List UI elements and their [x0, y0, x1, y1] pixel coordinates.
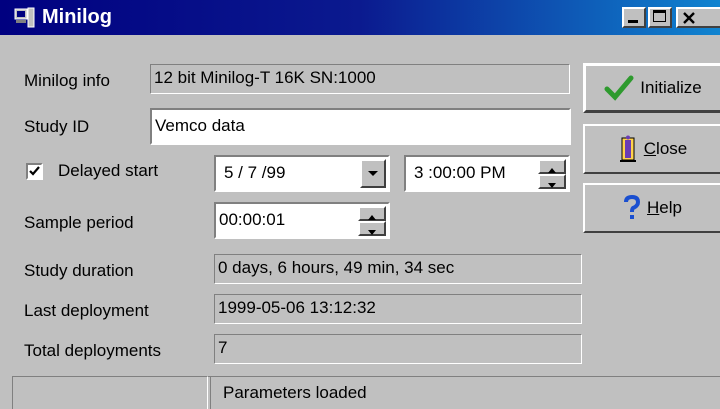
minilog-info-value: 12 bit Minilog-T 16K SN:1000	[150, 64, 570, 94]
study-duration-label: Study duration	[24, 261, 134, 280]
minilog-app-icon[interactable]	[14, 7, 36, 29]
time-spin-down[interactable]	[538, 174, 566, 189]
delayed-start-checkbox[interactable]	[26, 163, 43, 180]
minilog-info-label: Minilog info	[24, 71, 110, 90]
total-deployments-label: Total deployments	[24, 341, 162, 360]
maximize-icon	[653, 10, 666, 22]
close-x-icon	[683, 12, 695, 24]
total-deployments-value: 7	[214, 334, 582, 364]
sample-period-label: Sample period	[24, 213, 134, 232]
close-button[interactable]: Close	[583, 124, 720, 174]
delayed-start-label: Delayed start	[58, 161, 159, 180]
help-button[interactable]: Help	[583, 183, 720, 233]
spin-down-icon	[368, 230, 376, 235]
last-deployment-label: Last deployment	[24, 301, 149, 320]
date-dropdown-button[interactable]	[360, 159, 386, 188]
study-duration-value: 0 days, 6 hours, 49 min, 34 sec	[214, 254, 582, 284]
question-mark-icon	[624, 195, 641, 219]
last-deployment-value: 1999-05-06 13:12:32	[214, 294, 582, 324]
delayed-start-time-value: 3 :00:00 PM	[414, 163, 506, 182]
sample-period-spin-up[interactable]	[358, 206, 386, 221]
minimize-icon	[628, 20, 638, 23]
door-exit-icon	[619, 135, 636, 162]
checkmark-tick-icon	[29, 166, 40, 176]
study-id-input[interactable]: Vemco data	[150, 108, 571, 145]
window-title: Minilog	[42, 6, 112, 28]
status-bar-panel-left	[12, 376, 208, 409]
study-id-label: Study ID	[24, 117, 90, 136]
sample-period-spin-down[interactable]	[358, 221, 386, 236]
time-spin-up[interactable]	[538, 159, 566, 174]
close-window-button[interactable]	[676, 7, 720, 28]
maximize-button[interactable]	[648, 7, 672, 28]
status-message: Parameters loaded	[210, 376, 720, 409]
minimize-button[interactable]	[622, 7, 646, 28]
initialize-button[interactable]: Initialize	[583, 63, 720, 113]
help-button-label: Help	[647, 198, 682, 217]
close-button-label: Close	[643, 139, 688, 158]
checkmark-icon	[604, 75, 634, 101]
initialize-button-label: Initialize	[640, 78, 702, 97]
chevron-down-icon	[368, 171, 378, 176]
spin-down-icon	[548, 183, 556, 188]
delayed-start-date-value: 5 / 7 /99	[224, 163, 286, 182]
